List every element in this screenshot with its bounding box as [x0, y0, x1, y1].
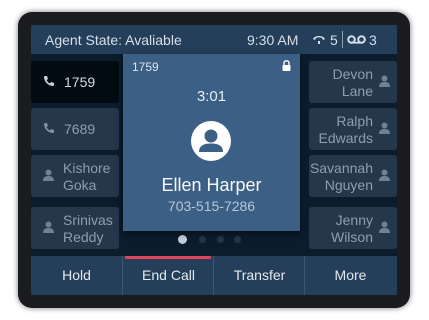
line-key-name-last: Nguyen [324, 177, 373, 193]
voicemail-icon[interactable] [347, 35, 366, 44]
person-icon [379, 221, 390, 233]
phone-screen: Agent State: Avaliable 9:30 AM 5 3 1759 … [31, 25, 397, 295]
page-dot[interactable] [217, 236, 224, 243]
agent-state-label[interactable]: Agent State: Avaliable [45, 32, 182, 48]
person-icon [379, 75, 390, 87]
phone-icon [44, 123, 54, 133]
line-key-7689[interactable]: 7689 [31, 108, 119, 150]
phone-icon [44, 76, 54, 86]
call-duration: 3:01 [196, 88, 227, 105]
line-key-label: 7689 [64, 121, 96, 137]
page-dot[interactable] [234, 236, 241, 243]
line-key-name-first: Kishore [63, 160, 111, 176]
caller-number: 703-515-7286 [167, 198, 256, 214]
person-icon [43, 221, 54, 233]
more-button[interactable]: More [304, 256, 396, 295]
active-call-card[interactable]: 1759 3:01 Ellen Harper 703-515-7286 [123, 54, 300, 231]
active-calls-count: 5 [330, 32, 338, 48]
status-divider [342, 31, 343, 48]
end-call-label: End Call [142, 267, 195, 283]
end-call-highlight [125, 256, 211, 259]
line-key-ralph-edwards[interactable]: Ralph Edwards [309, 108, 397, 150]
hold-button[interactable]: Hold [31, 256, 122, 295]
person-icon [43, 169, 54, 181]
line-key-srinivas-reddy[interactable]: Srinivas Reddy [31, 207, 119, 249]
line-key-name-last: Edwards [318, 130, 373, 146]
line-key-name-last: Reddy [63, 229, 104, 245]
page-indicator [178, 234, 248, 246]
line-key-1759[interactable]: 1759 [31, 61, 119, 103]
page-dot[interactable] [199, 236, 206, 243]
softkey-bar: Hold End Call Transfer More [31, 256, 397, 295]
call-line-number: 1759 [132, 60, 159, 74]
line-key-jenny-wilson[interactable]: Jenny Wilson [309, 207, 397, 249]
line-key-name-last: Goka [63, 177, 97, 193]
line-key-name-first: Jenny [335, 212, 373, 228]
line-key-kishore-goka[interactable]: Kishore Goka [31, 155, 119, 197]
lock-icon [282, 60, 291, 71]
line-key-name-last: Lane [341, 83, 373, 99]
caller-avatar-icon [191, 121, 231, 161]
person-icon [379, 122, 390, 134]
person-icon [379, 169, 390, 181]
line-key-devon-lane[interactable]: Devon Lane [309, 61, 397, 103]
line-key-name-first: Devon [332, 66, 373, 82]
line-key-name-first: Srinivas [63, 212, 113, 228]
caller-name: Ellen Harper [161, 175, 262, 195]
clock-time: 9:30 AM [247, 32, 299, 48]
line-key-name-first: Savannah [309, 160, 373, 176]
line-key-label: 1759 [64, 74, 96, 90]
transfer-button[interactable]: Transfer [213, 256, 305, 295]
end-call-button[interactable]: End Call [122, 256, 214, 295]
line-key-name-last: Wilson [330, 229, 373, 245]
page-dot-active[interactable] [178, 235, 187, 244]
calls-icon [313, 36, 325, 44]
voicemail-count: 3 [369, 32, 377, 48]
line-key-savannah-nguyen[interactable]: Savannah Nguyen [309, 155, 397, 197]
status-bar: Agent State: Avaliable 9:30 AM 5 3 [31, 25, 397, 54]
line-key-name-first: Ralph [336, 113, 373, 129]
